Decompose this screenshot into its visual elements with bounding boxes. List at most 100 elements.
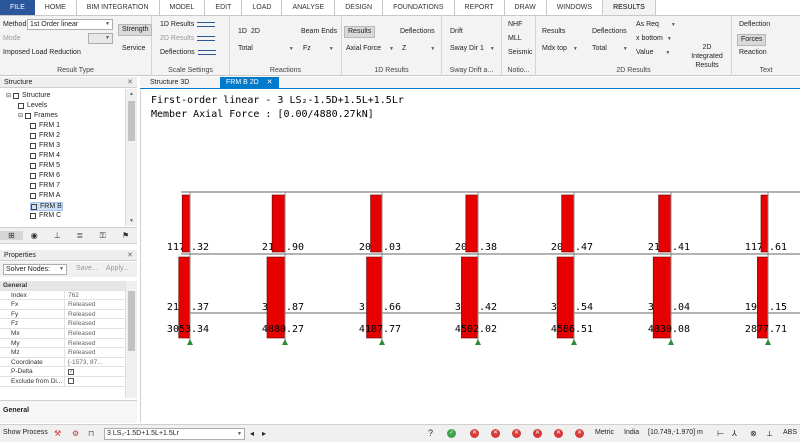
- show-process-button[interactable]: Show Process: [3, 429, 48, 436]
- tab-load[interactable]: LOAD: [241, 0, 281, 15]
- error-icon[interactable]: ✕: [533, 429, 542, 438]
- tab-file[interactable]: FILE: [0, 0, 35, 15]
- tree-item[interactable]: FRM B: [30, 202, 63, 211]
- tree-item[interactable]: FRM 1: [30, 122, 60, 129]
- x-bottom-select[interactable]: x bottom ▼: [636, 34, 672, 44]
- pdelta-value[interactable]: ✓: [65, 367, 125, 376]
- reactions-1d-button[interactable]: 1D: [238, 27, 247, 37]
- lock-icon[interactable]: ⚿: [91, 231, 114, 241]
- seismic-button[interactable]: Seismic: [508, 48, 533, 58]
- deflections-1d-button[interactable]: Deflections: [400, 27, 435, 37]
- tab-bim-integration[interactable]: BIM INTEGRATION: [75, 0, 159, 15]
- method-select[interactable]: 1st Order linear ▼: [27, 19, 113, 30]
- members-icon[interactable]: ⊥: [46, 231, 69, 240]
- scale-2d-results[interactable]: 2D Results: [160, 34, 216, 44]
- property-row[interactable]: Coordinate [-1573, 87...: [0, 357, 125, 368]
- analysis-icon[interactable]: ⚒: [54, 429, 61, 438]
- property-row[interactable]: Mx Released: [0, 328, 125, 339]
- results-2d-button[interactable]: Results: [542, 27, 565, 37]
- tree-item[interactable]: FRM A: [30, 192, 60, 199]
- scale-1d-results[interactable]: 1D Results: [160, 20, 216, 30]
- tab-results[interactable]: RESULTS: [602, 0, 656, 15]
- previous-combination-icon[interactable]: ◂: [250, 429, 254, 438]
- collapse-icon[interactable]: ⊟: [18, 112, 23, 119]
- solver-nodes-select[interactable]: Solver Nodes: ▼: [3, 264, 67, 275]
- deflections-2d-button[interactable]: Deflections: [592, 27, 627, 37]
- property-row[interactable]: My Released: [0, 338, 125, 349]
- error-icon[interactable]: ✕: [554, 429, 563, 438]
- structure-scrollbar[interactable]: ▲ ▼: [125, 89, 137, 226]
- close-icon[interactable]: ✕: [267, 79, 273, 86]
- sway-direction-select[interactable]: Sway Dir 1 ▼: [450, 44, 495, 54]
- reactions-total-select[interactable]: Total ▼: [238, 44, 294, 54]
- text-reaction-button[interactable]: Reaction: [739, 48, 767, 58]
- tree-item[interactable]: FRM 7: [30, 182, 60, 189]
- tab-home[interactable]: HOME: [35, 0, 76, 15]
- sections-icon[interactable]: ≣: [68, 231, 91, 240]
- units-metric[interactable]: Metric: [595, 429, 614, 436]
- checkbox-checked[interactable]: ✓: [68, 369, 74, 376]
- design-code-country[interactable]: India: [624, 429, 639, 436]
- tab-windows[interactable]: WINDOWS: [545, 0, 602, 15]
- property-row[interactable]: Fx Released: [0, 300, 125, 310]
- frame-view-canvas[interactable]: First-order linear - 3 LS₂-1.5D+1.5L+1.5…: [140, 90, 800, 422]
- tree-item[interactable]: FRM 3: [30, 142, 60, 149]
- error-icon[interactable]: ✕: [491, 429, 500, 438]
- as-req-select[interactable]: As Req ▼: [636, 20, 676, 30]
- loading-icon[interactable]: ◉: [23, 231, 46, 240]
- collapse-icon[interactable]: ⊟: [6, 92, 11, 99]
- check-icon[interactable]: ✓: [447, 429, 456, 438]
- imposed-load-reduction-button[interactable]: Imposed Load Reduction: [3, 48, 81, 58]
- property-row[interactable]: Mz Released: [0, 348, 125, 358]
- properties-scrollbar[interactable]: [125, 281, 137, 398]
- mode-select[interactable]: ▼: [88, 33, 113, 44]
- tree-item[interactable]: ⊟ Frames: [18, 112, 58, 119]
- close-icon[interactable]: ✕: [127, 77, 133, 88]
- combination-select[interactable]: 3 LS₂-1.5D+1.5L+1.5Lr ▼: [104, 428, 245, 440]
- reactions-2d-button[interactable]: 2D: [251, 27, 260, 37]
- axial-force-select[interactable]: Axial Force ▼: [346, 44, 394, 54]
- tab-model[interactable]: MODEL: [158, 0, 205, 15]
- tab-analyse[interactable]: ANALYSE: [281, 0, 334, 15]
- document-tab-structure-3d[interactable]: Structure 3D: [144, 77, 195, 89]
- tab-draw[interactable]: DRAW: [503, 0, 546, 15]
- results-1d-button[interactable]: Results: [344, 26, 376, 38]
- snap-icon[interactable]: ⊢: [717, 429, 724, 438]
- value-select[interactable]: Value ▼: [636, 48, 670, 58]
- error-icon[interactable]: ✕: [470, 429, 479, 438]
- abs-toggle[interactable]: ABS: [783, 429, 797, 436]
- property-row[interactable]: Index 762: [0, 290, 125, 301]
- tree-item[interactable]: Levels: [18, 102, 47, 109]
- tab-edit[interactable]: EDIT: [204, 0, 241, 15]
- help-icon[interactable]: ?: [428, 428, 433, 438]
- frames-icon[interactable]: ⊞: [0, 231, 23, 240]
- property-section-general[interactable]: General: [0, 281, 125, 291]
- deflection-axis-select[interactable]: Z ▼: [402, 44, 435, 54]
- ortho-icon[interactable]: ⅄: [732, 429, 737, 438]
- tree-item[interactable]: FRM 5: [30, 162, 60, 169]
- settings-icon[interactable]: ⚑: [114, 231, 137, 240]
- property-row[interactable]: Exclude from Di...: [0, 376, 125, 387]
- axes-icon[interactable]: ⟂: [767, 429, 772, 439]
- grid-icon[interactable]: ⊗: [750, 429, 757, 438]
- save-button[interactable]: Save...: [76, 265, 98, 272]
- error-icon[interactable]: ✕: [512, 429, 521, 438]
- deflections-2d-total-select[interactable]: Total ▼: [592, 44, 628, 54]
- tab-report[interactable]: REPORT: [453, 0, 504, 15]
- tree-item[interactable]: FRM 6: [30, 172, 60, 179]
- scroll-up-icon[interactable]: ▲: [129, 91, 134, 97]
- design-icon[interactable]: ⚙: [72, 429, 79, 438]
- checkbox-unchecked[interactable]: [68, 377, 74, 384]
- mdx-select[interactable]: Mdx top ▼: [542, 44, 578, 54]
- exclude-value[interactable]: [65, 377, 125, 386]
- tab-foundations[interactable]: FOUNDATIONS: [382, 0, 453, 15]
- property-row[interactable]: Fz Released: [0, 319, 125, 329]
- text-deflection-button[interactable]: Deflection: [739, 20, 770, 30]
- tree-item[interactable]: FRM C: [30, 212, 61, 219]
- next-combination-icon[interactable]: ▸: [262, 429, 266, 438]
- tab-design[interactable]: DESIGN: [334, 0, 382, 15]
- document-tab-frm-b-2d[interactable]: FRM B 2D ✕: [220, 77, 279, 89]
- error-icon[interactable]: ✕: [575, 429, 584, 438]
- scale-deflections[interactable]: Deflections: [160, 48, 216, 58]
- tree-item[interactable]: FRM 2: [30, 132, 60, 139]
